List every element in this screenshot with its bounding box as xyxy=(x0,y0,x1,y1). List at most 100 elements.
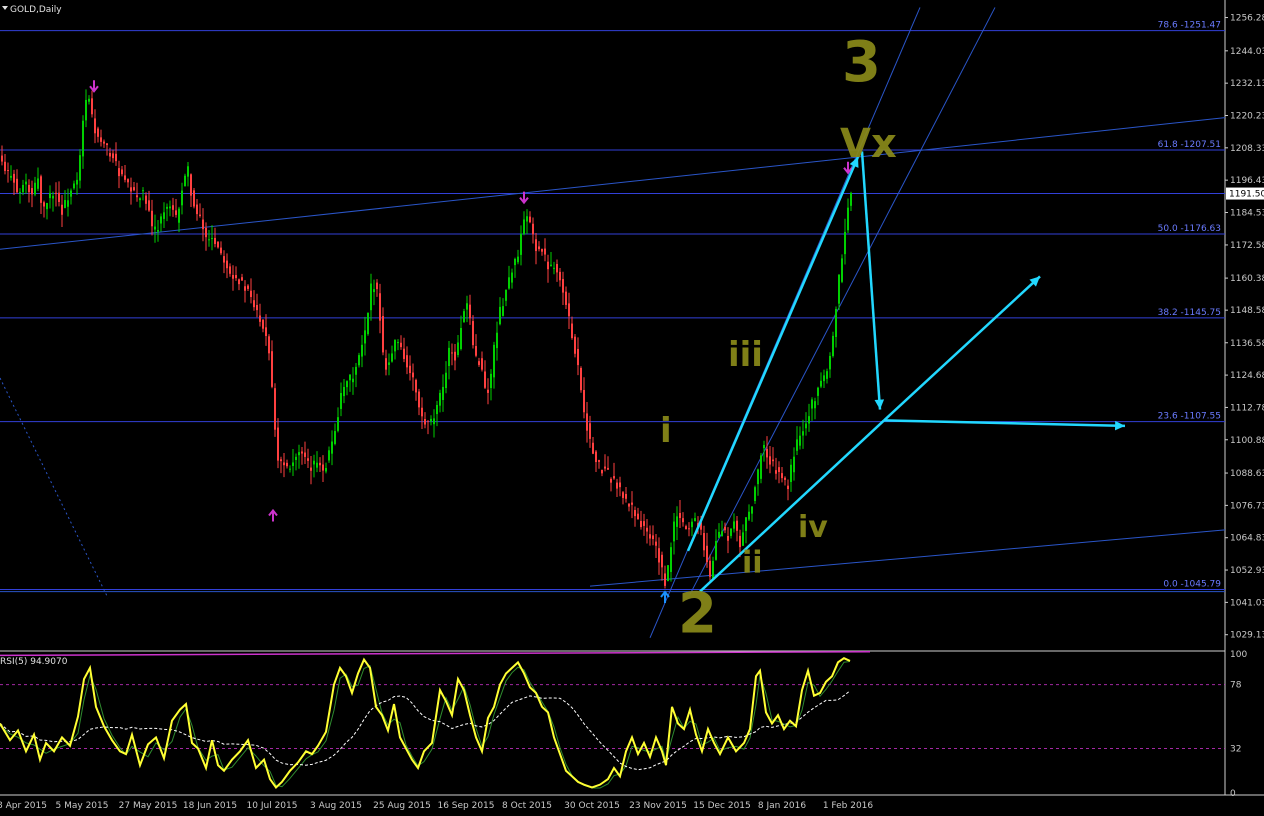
price-tick-label: 1136.58 xyxy=(1230,339,1264,349)
candle-body xyxy=(262,319,264,329)
candle-body xyxy=(574,336,576,354)
candle-body xyxy=(286,462,288,467)
candle-body xyxy=(577,348,579,366)
candle-body xyxy=(334,431,336,444)
candle-body xyxy=(622,492,624,498)
candle-body xyxy=(25,181,27,185)
candle-body xyxy=(493,344,495,378)
price-tick-label: 1208.33 xyxy=(1230,144,1264,154)
candle-body xyxy=(418,391,420,408)
candle-body xyxy=(547,261,549,270)
candle-body xyxy=(46,202,48,210)
candle-body xyxy=(58,192,60,203)
candle-body xyxy=(619,482,621,488)
candle-body xyxy=(427,420,429,422)
candle-body xyxy=(172,205,174,210)
candle-body xyxy=(316,462,318,468)
candle-body xyxy=(475,346,477,356)
candle-body xyxy=(496,332,498,349)
price-tick-label: 1029.13 xyxy=(1230,631,1264,641)
price-tick-label: 1124.68 xyxy=(1230,371,1264,381)
candle-body xyxy=(67,200,69,207)
candle-body xyxy=(523,219,525,234)
candle-body xyxy=(91,98,93,115)
candle-body xyxy=(460,328,462,350)
candle-body xyxy=(511,272,513,283)
candle-body xyxy=(343,386,345,397)
candle-body xyxy=(793,456,795,473)
candle-body xyxy=(532,223,534,235)
candle-body xyxy=(634,510,636,517)
rsi-tick-label: 100 xyxy=(1230,650,1247,660)
candle-body xyxy=(715,541,717,560)
candle-body xyxy=(733,521,735,529)
candle-body xyxy=(121,169,123,175)
candle-body xyxy=(271,351,273,387)
candle-body xyxy=(229,266,231,274)
candle-body xyxy=(340,392,342,409)
candle-body xyxy=(517,256,519,263)
candle-body xyxy=(514,258,516,266)
candle-body xyxy=(175,210,177,215)
candle-body xyxy=(676,516,678,527)
candle-body xyxy=(541,249,543,252)
candle-body xyxy=(385,358,387,370)
candle-body xyxy=(16,178,18,193)
candle-body xyxy=(166,206,168,209)
price-tick-label: 1064.83 xyxy=(1230,534,1264,544)
candle-body xyxy=(40,176,42,203)
candle-body xyxy=(838,274,840,304)
candle-body xyxy=(823,375,825,382)
candle-body xyxy=(388,362,390,365)
candle-body xyxy=(364,330,366,344)
date-tick-label: 18 Jun 2015 xyxy=(183,801,237,811)
candle-body xyxy=(586,413,588,431)
candle-body xyxy=(100,137,102,142)
candle-body xyxy=(565,291,567,305)
candle-body xyxy=(49,193,51,199)
candle-body xyxy=(355,366,357,375)
candle-body xyxy=(373,289,375,293)
fib-level-label: 38.2 -1145.75 xyxy=(1158,308,1221,318)
candle-body xyxy=(169,206,171,209)
gold-daily-chart[interactable]: 78.6 -1251.47 61.8 -1207.51 50.0 -1176.63 3… xyxy=(0,0,1264,812)
candle-body xyxy=(832,335,834,357)
candle-body xyxy=(742,532,744,546)
rsi-tick-label: 78 xyxy=(1230,681,1242,691)
candle-body xyxy=(193,190,195,207)
date-tick-label: 5 May 2015 xyxy=(56,801,109,811)
candle-body xyxy=(433,418,435,425)
candle-body xyxy=(184,175,186,187)
candle-body xyxy=(130,187,132,192)
candle-body xyxy=(367,312,369,335)
candle-body xyxy=(202,219,204,230)
candle-body xyxy=(31,188,33,195)
candle-body xyxy=(217,241,219,248)
candle-body xyxy=(292,462,294,467)
candle-body xyxy=(526,216,528,222)
candle-body xyxy=(826,371,828,379)
candle-body xyxy=(580,368,582,391)
candle-body xyxy=(214,237,216,244)
candle-body xyxy=(154,226,156,230)
rsi-tick-label: 0 xyxy=(1230,789,1236,799)
candle-body xyxy=(712,560,714,580)
candle-body xyxy=(679,512,681,519)
date-tick-label: 3 Aug 2015 xyxy=(310,801,362,811)
candle-body xyxy=(589,423,591,439)
candle-body xyxy=(76,179,78,185)
candle-body xyxy=(379,293,381,321)
candle-body xyxy=(748,511,750,520)
rsi-title: RSI(5) 94.9070 xyxy=(0,657,68,667)
fib-level-label: 78.6 -1251.47 xyxy=(1158,21,1221,31)
candle-body xyxy=(346,381,348,388)
candle-body xyxy=(211,238,213,240)
candle-body xyxy=(133,187,135,191)
candle-body xyxy=(94,118,96,134)
candle-body xyxy=(247,285,249,289)
wave-count-label: Vx xyxy=(840,121,897,167)
candle-body xyxy=(280,459,282,462)
candle-body xyxy=(421,407,423,417)
candle-body xyxy=(829,355,831,370)
candle-body xyxy=(298,452,300,456)
